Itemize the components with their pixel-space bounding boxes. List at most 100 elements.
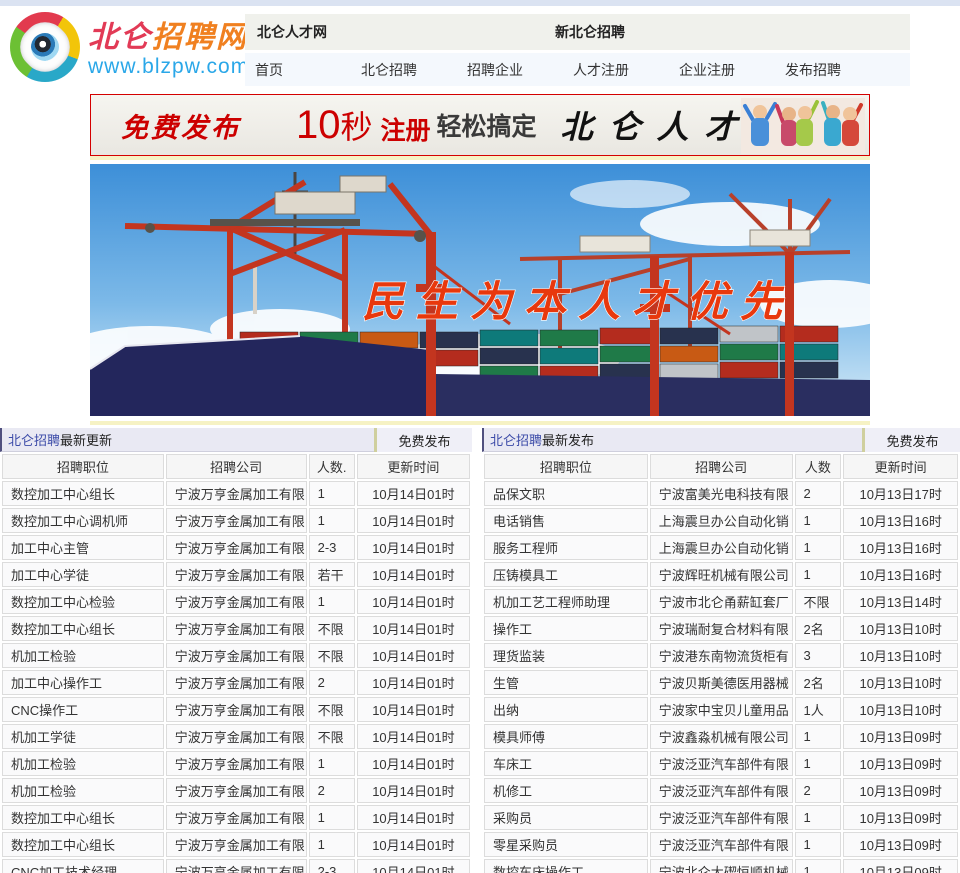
company-cell[interactable]: 宁波万亨金属加工有限 xyxy=(165,697,307,722)
job-title-cell[interactable]: 数控加工中心检验 xyxy=(2,589,164,614)
job-title-cell[interactable]: 生管 xyxy=(484,670,648,695)
company-cell[interactable]: 宁波万亨金属加工有限 xyxy=(165,859,307,873)
job-title-cell[interactable]: 车床工 xyxy=(484,751,648,776)
headcount-cell: 2 xyxy=(794,481,842,506)
company-cell[interactable]: 宁波泛亚汽车部件有限 xyxy=(649,805,793,830)
job-title-cell[interactable]: 数控加工中心调机师 xyxy=(2,508,164,533)
job-title-cell[interactable]: 采购员 xyxy=(484,805,648,830)
company-cell[interactable]: 宁波市北仑甬薪缸套厂 xyxy=(649,589,793,614)
company-cell[interactable]: 宁波万亨金属加工有限 xyxy=(165,832,307,857)
company-cell[interactable]: 宁波瑞耐复合材料有限 xyxy=(649,616,793,641)
headcount-cell: 1 xyxy=(308,805,355,830)
banner-register: 注册 xyxy=(380,117,431,145)
company-cell[interactable]: 上海震旦办公自动化销 xyxy=(649,508,793,533)
table-row: 机加工艺工程师助理 宁波市北仑甬薪缸套厂 不限 10月13日14时 xyxy=(484,589,958,614)
headcount-cell: 不限 xyxy=(308,643,355,668)
table-title-link[interactable]: 北仑招聘 xyxy=(8,430,60,449)
job-title-cell[interactable]: 压铸模具工 xyxy=(484,562,648,587)
job-title-cell[interactable]: 零星采购员 xyxy=(484,832,648,857)
job-title-cell[interactable]: 品保文职 xyxy=(484,481,648,506)
latest-published-jobs-table: 北仑招聘 最新发布 免费发布 招聘职位 招聘公司 人数 更新时间 品保文职 宁波富… xyxy=(482,428,960,873)
promo-banner[interactable]: 免费发布 10秒 注册 轻松搞定 北仑人才网 xyxy=(90,94,870,156)
job-title-cell[interactable]: 机加工检验 xyxy=(2,778,164,803)
headcount-cell: 1 xyxy=(794,535,842,560)
job-title-cell[interactable]: 数控加工中心组长 xyxy=(2,805,164,830)
nav-item[interactable]: 首页 xyxy=(255,60,361,80)
company-cell[interactable]: 宁波万亨金属加工有限 xyxy=(165,643,307,668)
company-cell[interactable]: 宁波万亨金属加工有限 xyxy=(165,535,307,560)
job-title-cell[interactable]: 数控加工中心组长 xyxy=(2,832,164,857)
job-title-cell[interactable]: 机加工检验 xyxy=(2,643,164,668)
job-title-cell[interactable]: 加工中心操作工 xyxy=(2,670,164,695)
job-title-cell[interactable]: 服务工程师 xyxy=(484,535,648,560)
table-row: 机加工检验 宁波万亨金属加工有限 2 10月14日01时 xyxy=(2,778,470,803)
company-cell[interactable]: 宁波港东南物流货柜有 xyxy=(649,643,793,668)
company-cell[interactable]: 宁波辉旺机械有限公司 xyxy=(649,562,793,587)
company-cell[interactable]: 宁波家中宝贝儿童用品 xyxy=(649,697,793,722)
site-logo[interactable]: 北仑招聘网HR www.blzpw.com xyxy=(10,12,273,82)
job-title-cell[interactable]: 模具师傅 xyxy=(484,724,648,749)
headcount-cell: 1 xyxy=(794,832,842,857)
company-cell[interactable]: 宁波富美光电科技有限 xyxy=(649,481,793,506)
headcount-cell: 不限 xyxy=(308,616,355,641)
company-cell[interactable]: 宁波泛亚汽车部件有限 xyxy=(649,751,793,776)
nav-item[interactable]: 北仑招聘 xyxy=(361,60,467,80)
job-title-cell[interactable]: 加工中心学徒 xyxy=(2,562,164,587)
headcount-cell: 1人 xyxy=(794,697,842,722)
company-cell[interactable]: 宁波泛亚汽车部件有限 xyxy=(649,832,793,857)
job-title-cell[interactable]: 机加工检验 xyxy=(2,751,164,776)
table-title-link[interactable]: 北仑招聘 xyxy=(490,430,542,449)
headcount-cell: 2名 xyxy=(794,670,842,695)
headcount-cell: 若干 xyxy=(308,562,355,587)
job-title-cell[interactable]: 数控车床操作工 xyxy=(484,859,648,873)
company-cell[interactable]: 宁波鑫淼机械有限公司 xyxy=(649,724,793,749)
company-cell[interactable]: 宁波贝斯美德医用器械 xyxy=(649,670,793,695)
headcount-cell: 1 xyxy=(794,724,842,749)
nav-item[interactable]: 发布招聘 xyxy=(785,60,891,80)
job-title-cell[interactable]: 机加工学徒 xyxy=(2,724,164,749)
job-title-cell[interactable]: CNC操作工 xyxy=(2,697,164,722)
job-title-cell[interactable]: 加工中心主管 xyxy=(2,535,164,560)
company-cell[interactable]: 宁波万亨金属加工有限 xyxy=(165,724,307,749)
nav-item[interactable]: 企业注册 xyxy=(679,60,785,80)
company-cell[interactable]: 宁波万亨金属加工有限 xyxy=(165,508,307,533)
company-cell[interactable]: 宁波万亨金属加工有限 xyxy=(165,751,307,776)
company-cell[interactable]: 宁波万亨金属加工有限 xyxy=(165,589,307,614)
col-header-position: 招聘职位 xyxy=(2,454,164,479)
company-cell[interactable]: 宁波北仑大碶恒顺机械 xyxy=(649,859,793,873)
job-title-cell[interactable]: 机修工 xyxy=(484,778,648,803)
company-cell[interactable]: 宁波万亨金属加工有限 xyxy=(165,562,307,587)
company-cell[interactable]: 宁波万亨金属加工有限 xyxy=(165,805,307,830)
table-row: 品保文职 宁波富美光电科技有限 2 10月13日17时 xyxy=(484,481,958,506)
company-cell[interactable]: 上海震旦办公自动化销 xyxy=(649,535,793,560)
headcount-cell: 1 xyxy=(794,805,842,830)
company-cell[interactable]: 宁波万亨金属加工有限 xyxy=(165,670,307,695)
company-cell[interactable]: 宁波泛亚汽车部件有限 xyxy=(649,778,793,803)
headcount-cell: 1 xyxy=(794,751,842,776)
job-title-cell[interactable]: 数控加工中心组长 xyxy=(2,481,164,506)
nav-item[interactable]: 人才注册 xyxy=(573,60,679,80)
banner-10-seconds: 10秒 xyxy=(296,103,373,147)
table-row: 操作工 宁波瑞耐复合材料有限 2名 10月13日10时 xyxy=(484,616,958,641)
free-publish-button[interactable]: 免费发布 xyxy=(862,428,960,452)
table-title-text: 最新发布 xyxy=(542,433,595,448)
table-row: 模具师傅 宁波鑫淼机械有限公司 1 10月13日09时 xyxy=(484,724,958,749)
job-title-cell[interactable]: 机加工艺工程师助理 xyxy=(484,589,648,614)
update-time-cell: 10月13日16时 xyxy=(843,535,958,560)
company-cell[interactable]: 宁波万亨金属加工有限 xyxy=(165,778,307,803)
table-title-bar: 北仑招聘 最新更新 免费发布 xyxy=(0,428,472,452)
table-row: 零星采购员 宁波泛亚汽车部件有限 1 10月13日09时 xyxy=(484,832,958,857)
job-title-cell[interactable]: 电话销售 xyxy=(484,508,648,533)
free-publish-button[interactable]: 免费发布 xyxy=(374,428,472,452)
job-title-cell[interactable]: 操作工 xyxy=(484,616,648,641)
headcount-cell: 2 xyxy=(308,670,355,695)
nav-item[interactable]: 招聘企业 xyxy=(467,60,573,80)
company-cell[interactable]: 宁波万亨金属加工有限 xyxy=(165,481,307,506)
job-title-cell[interactable]: CNC加工技术经理 xyxy=(2,859,164,873)
latest-updated-jobs-table: 北仑招聘 最新更新 免费发布 招聘职位 招聘公司 人数. 更新时间 数控加工中心… xyxy=(0,428,472,873)
job-title-cell[interactable]: 理货监装 xyxy=(484,643,648,668)
job-title-cell[interactable]: 出纳 xyxy=(484,697,648,722)
job-title-cell[interactable]: 数控加工中心组长 xyxy=(2,616,164,641)
site-name-alt: 新北仑招聘 xyxy=(555,24,625,40)
company-cell[interactable]: 宁波万亨金属加工有限 xyxy=(165,616,307,641)
